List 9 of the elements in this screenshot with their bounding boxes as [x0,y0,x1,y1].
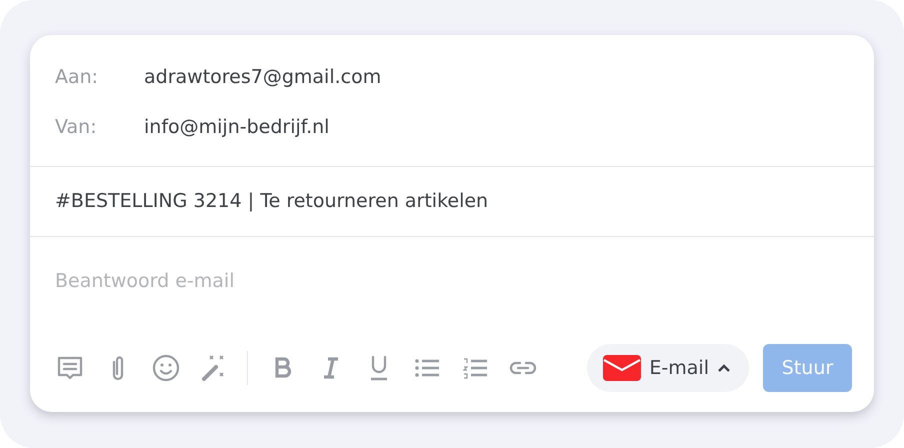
subject-line[interactable]: #BESTELLING 3214 | Te retourneren artikelen [30,167,874,237]
smiley-icon[interactable] [151,353,181,383]
field-label: Aan: [55,64,100,90]
caret-icon [717,363,731,373]
email-address: adrawtores7@gmail.com [144,64,382,90]
envelope-icon [603,355,642,381]
channel-dropdown[interactable]: E-mail [587,344,749,392]
email-address: info@mijn-bedrijf.nl [144,114,330,140]
field-label: Van: [55,114,98,140]
